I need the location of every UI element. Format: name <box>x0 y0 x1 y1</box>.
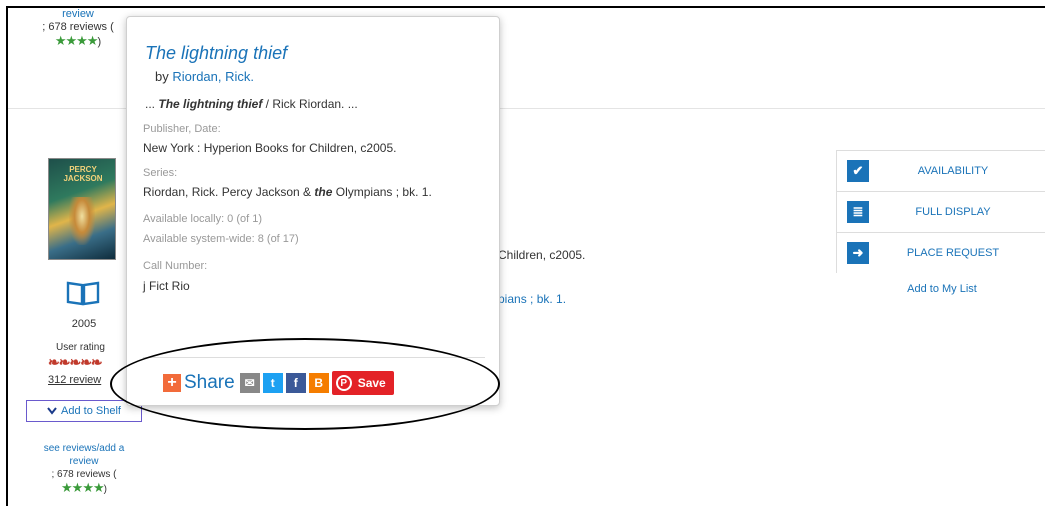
chevron-down-icon <box>47 407 57 415</box>
list-icon: ≣ <box>847 201 869 223</box>
full-display-button[interactable]: ≣ FULL DISPLAY <box>836 191 1045 232</box>
availability-label: AVAILABILITY <box>917 165 989 177</box>
popup-title[interactable]: The lightning thief <box>145 43 287 64</box>
user-reviews-link[interactable]: 312 review <box>48 374 101 386</box>
twitter-icon[interactable]: t <box>262 373 283 393</box>
available-locally: Available locally: 0 (of 1) <box>143 213 263 225</box>
top-review-block: review ; 678 reviews ( ★★★★) <box>38 8 118 49</box>
see-reviews-link[interactable]: see reviews/add a review <box>30 442 138 468</box>
top-review-link[interactable]: review <box>38 8 118 21</box>
publisher-value: New York : Hyperion Books for Children, … <box>143 141 397 155</box>
bottom-review-block: see reviews/add a review ; 678 reviews (… <box>30 442 138 496</box>
cover-title: PERCY JACKSON <box>63 165 103 183</box>
top-review-stars: ★★★★ <box>54 33 99 48</box>
pinterest-icon: P <box>335 375 352 391</box>
record-series-link[interactable]: pians ; bk. 1. <box>498 292 566 306</box>
bottom-review-rating: ★★★★) <box>61 480 107 495</box>
check-icon: ✔ <box>847 160 869 182</box>
series-link[interactable]: Riordan, Rick. Percy Jackson & the Olymp… <box>143 185 432 199</box>
book-cover-image[interactable]: PERCY JACKSON <box>48 158 116 260</box>
add-to-shelf-button[interactable]: Add to Shelf <box>26 400 142 422</box>
availability-button[interactable]: ✔ AVAILABILITY <box>836 150 1045 191</box>
popup-author: by Riordan, Rick. <box>155 69 254 84</box>
record-actions: ✔ AVAILABILITY ≣ FULL DISPLAY ➜ PLACE RE… <box>836 150 1045 295</box>
share-label[interactable]: Share <box>184 372 235 394</box>
page-frame: review ; 678 reviews ( ★★★★) PERCY JACKS… <box>6 6 1045 506</box>
bottom-review-stars: ★★★★ <box>61 480 105 495</box>
place-request-button[interactable]: ➜ PLACE REQUEST <box>836 232 1045 273</box>
top-review-rating: ★★★★) <box>54 33 102 48</box>
email-icon[interactable]: ✉ <box>239 373 260 393</box>
sign-in-icon: ➜ <box>847 242 869 264</box>
facebook-icon[interactable]: f <box>285 373 306 393</box>
available-system-wide: Available system-wide: 8 (of 17) <box>143 233 299 245</box>
publisher-label: Publisher, Date: <box>143 123 221 135</box>
publication-year: 2005 <box>71 318 97 330</box>
series-label: Series: <box>143 167 178 179</box>
save-label: Save <box>357 376 386 390</box>
call-number-value: j Fict Rio <box>143 279 190 293</box>
share-plus-icon[interactable]: + <box>163 374 181 392</box>
record-publisher-text: Children, c2005. <box>498 248 586 262</box>
call-number-label: Call Number: <box>143 260 208 272</box>
cover-figure <box>69 197 95 245</box>
pinterest-save-button[interactable]: P Save <box>331 371 394 395</box>
popup-divider <box>143 357 485 358</box>
popup-excerpt: ... The lightning thief / Rick Riordan. … <box>145 97 358 111</box>
place-request-label: PLACE REQUEST <box>906 247 1000 259</box>
add-to-my-list-link[interactable]: Add to My List <box>836 283 1045 295</box>
author-link[interactable]: Riordan, Rick. <box>172 69 254 84</box>
user-rating-icons: ❧❧❧❧❧ <box>48 354 103 370</box>
full-display-label: FULL DISPLAY <box>915 206 991 218</box>
add-to-shelf-label: Add to Shelf <box>61 405 121 417</box>
user-rating-label: User rating <box>56 342 105 353</box>
open-book-icon <box>66 281 100 306</box>
record-preview-popup: The lightning thief by Riordan, Rick. ..… <box>126 16 500 406</box>
share-toolbar: + Share ✉ t f B P Save <box>163 371 394 395</box>
blogger-icon[interactable]: B <box>308 373 329 393</box>
